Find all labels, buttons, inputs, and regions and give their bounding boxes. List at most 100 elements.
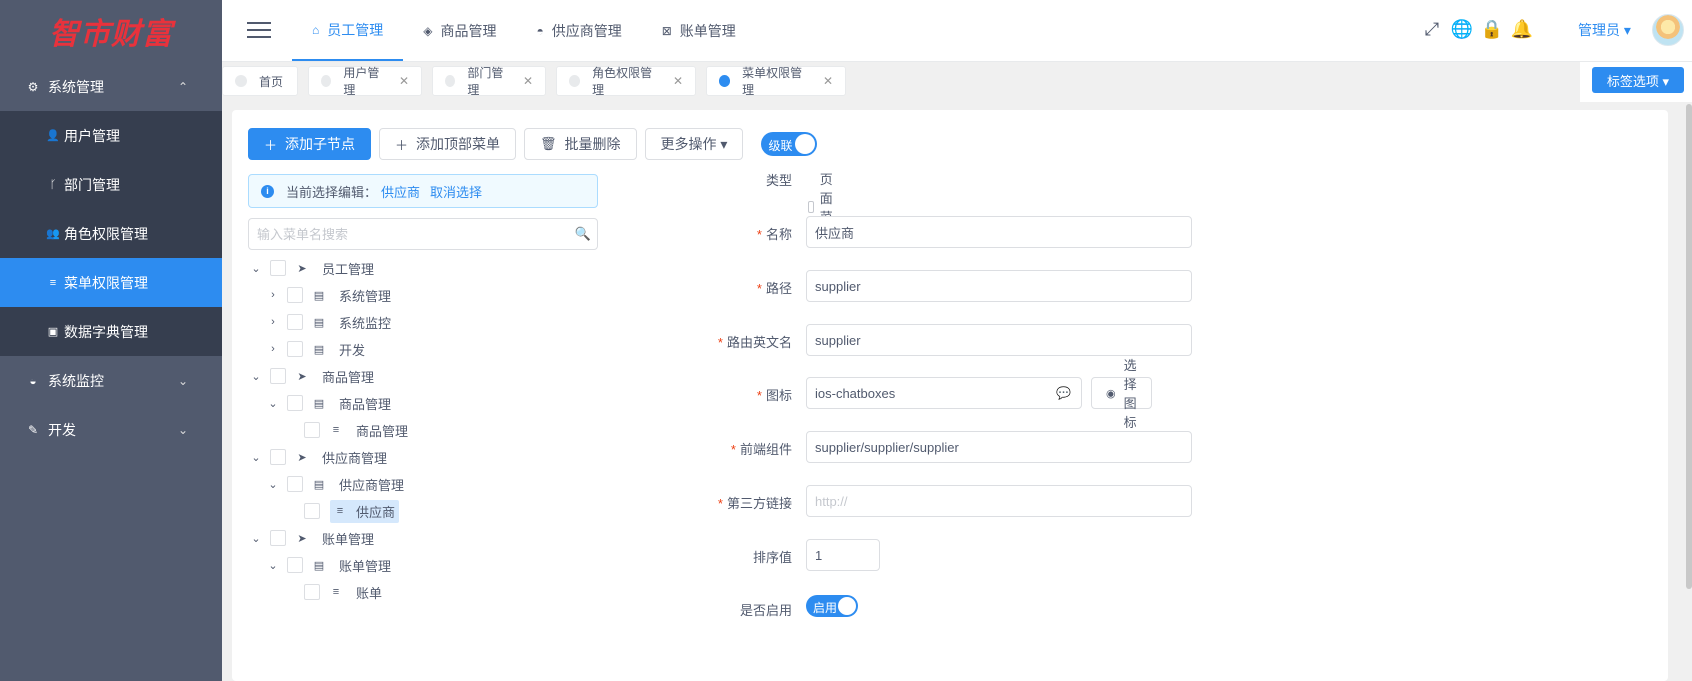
sidebar-group-system[interactable]: ⚙ 系统管理 ⌃ (0, 62, 222, 111)
select-icon-button[interactable]: ◉ 选择图标 (1091, 358, 1152, 430)
name-field[interactable]: 供应商 (806, 216, 1192, 248)
tree-checkbox[interactable] (287, 314, 303, 330)
sidebar-item-departments[interactable]: ᚴ 部门管理 (0, 160, 222, 209)
tree-checkbox[interactable] (287, 557, 303, 573)
fullscreen-icon[interactable]: ⤢ (1422, 18, 1442, 40)
tree-checkbox[interactable] (304, 422, 320, 438)
selection-alert: i 当前选择编辑： 供应商 取消选择 (248, 174, 598, 208)
toggle-knob (795, 134, 816, 154)
top-nav-staff[interactable]: ⌂ 员工管理 (292, 0, 404, 61)
alert-selected[interactable]: 供应商 (381, 182, 420, 201)
tree-checkbox[interactable] (287, 341, 303, 357)
tree-checkbox[interactable] (304, 584, 320, 600)
icon-label: * 图标 (756, 388, 792, 403)
close-icon[interactable]: ✕ (823, 74, 833, 88)
chevron-right-icon[interactable]: › (265, 316, 281, 328)
user-menu[interactable]: 管理员 ▾ (1578, 20, 1631, 40)
path-field[interactable]: supplier (806, 270, 1192, 302)
tree-node-label[interactable]: 开发 (335, 338, 369, 361)
lines-icon: ≡ (336, 505, 344, 517)
tree-node-label[interactable]: 供应商管理 (318, 446, 391, 469)
menu-search-input[interactable] (257, 226, 569, 242)
tag-menus[interactable]: 菜单权限管理 ✕ (706, 66, 846, 97)
tree-node-label[interactable]: 系统管理 (335, 284, 395, 307)
tree-node-label[interactable]: 商品管理 (335, 392, 395, 415)
toolbar: ＋ 添加子节点 ＋ 添加顶部菜单 🗑 批量删除 更多操作 ▾ 级联 (248, 128, 818, 160)
tree-checkbox[interactable] (287, 476, 303, 492)
tag-roles[interactable]: 角色权限管理 ✕ (556, 66, 696, 97)
tree-node-label[interactable]: 账单 (352, 581, 386, 604)
chevron-down-icon[interactable]: ⌄ (248, 451, 264, 464)
tree-checkbox[interactable] (270, 260, 286, 276)
bill-icon: ⊠ (661, 23, 672, 38)
search-icon[interactable]: 🔍 (569, 226, 597, 242)
top-nav-bill[interactable]: ⊠ 账单管理 (642, 0, 756, 61)
third-party-link-field[interactable]: http:// (806, 485, 1192, 517)
more-actions-button[interactable]: 更多操作 ▾ (644, 128, 744, 160)
tree-checkbox[interactable] (287, 395, 303, 411)
tag-users[interactable]: 用户管理 ✕ (308, 66, 422, 97)
tree-checkbox[interactable] (270, 530, 286, 546)
tree-checkbox[interactable] (270, 368, 286, 384)
sidebar-group-dev[interactable]: ✎ 开发 ⌄ (0, 405, 222, 454)
tree-node-label[interactable]: 商品管理 (318, 365, 378, 388)
chevron-down-icon[interactable]: ⌄ (248, 370, 264, 383)
tag-label: 部门管理 (467, 66, 504, 97)
path-label: * 路径 (756, 281, 792, 296)
scrollbar[interactable] (1686, 104, 1692, 589)
tag-options-button[interactable]: 标签选项 ▾ (1592, 67, 1684, 93)
cascade-toggle[interactable]: 级联 (761, 132, 818, 156)
logo[interactable]: 智市财富 (0, 0, 222, 62)
avatar[interactable] (1652, 14, 1684, 46)
sidebar-group-monitor[interactable]: ◒ 系统监控 ⌄ (0, 356, 222, 405)
tag-home[interactable]: 首页 (222, 66, 298, 96)
tree-checkbox[interactable] (270, 449, 286, 465)
chevron-right-icon[interactable]: › (265, 343, 281, 355)
tree-node: ⌄ ▤ 商品管理 (265, 391, 395, 415)
tree-checkbox[interactable] (287, 287, 303, 303)
tree-node: ⌄ ➤ 供应商管理 (248, 445, 391, 469)
icon-field[interactable]: ios-chatboxes 💬 (806, 377, 1082, 409)
top-nav-goods[interactable]: ◈ 商品管理 (403, 0, 516, 61)
tree-node-label[interactable]: 商品管理 (352, 419, 412, 442)
chevron-down-icon[interactable]: ⌄ (248, 532, 264, 545)
header: ⌂ 员工管理 ◈ 商品管理 ◓ 供应商管理 ⊠ 账单管理 ⤢ 🌐 🔒 🔔 管理员… (222, 0, 1692, 62)
tree-node-selected[interactable]: ≡ 供应商 (330, 499, 400, 523)
chevron-down-icon[interactable]: ⌄ (265, 478, 281, 491)
chevron-right-icon[interactable]: › (265, 289, 281, 301)
add-child-button[interactable]: ＋ 添加子节点 (248, 128, 372, 160)
tree-node: ⌄ ▤ 账单管理 (265, 553, 395, 577)
chevron-down-icon[interactable]: ⌄ (265, 397, 281, 410)
chevron-down-icon[interactable]: ⌄ (248, 262, 264, 275)
menu-toggle-icon[interactable] (247, 22, 271, 40)
tree-node-label[interactable]: 账单管理 (335, 554, 395, 577)
tag-label: 菜单权限管理 (742, 66, 803, 97)
globe-icon[interactable]: 🌐 (1451, 18, 1473, 40)
tree-node-label[interactable]: 供应商管理 (335, 473, 408, 496)
tree-node: ⌄ ▤ 供应商管理 (265, 472, 408, 496)
list-icon: ≡ (49, 276, 57, 289)
close-icon[interactable]: ✕ (399, 74, 409, 88)
tree-checkbox[interactable] (304, 503, 320, 519)
tree-node-label[interactable]: 员工管理 (318, 257, 378, 280)
route-field[interactable]: supplier (806, 324, 1192, 356)
close-icon[interactable]: ✕ (673, 74, 683, 88)
add-top-menu-button[interactable]: ＋ 添加顶部菜单 (379, 128, 517, 160)
chevron-down-icon[interactable]: ⌄ (265, 559, 281, 572)
sort-field[interactable]: 1 (806, 539, 880, 571)
enabled-toggle[interactable]: 启用 (806, 595, 858, 617)
batch-delete-button[interactable]: 🗑 批量删除 (524, 128, 637, 160)
tree-node-label[interactable]: 系统监控 (335, 311, 395, 334)
tree-node-label[interactable]: 账单管理 (318, 527, 378, 550)
component-field[interactable]: supplier/supplier/supplier (806, 431, 1192, 463)
top-nav-supplier[interactable]: ◓ 供应商管理 (516, 0, 641, 61)
bell-icon[interactable]: 🔔 (1511, 18, 1533, 40)
sidebar-item-menus[interactable]: ≡ 菜单权限管理 (0, 258, 222, 307)
lock-icon[interactable]: 🔒 (1481, 18, 1503, 40)
sidebar-item-roles[interactable]: 👥 角色权限管理 (0, 209, 222, 258)
sidebar-item-dictionary[interactable]: ▣ 数据字典管理 (0, 307, 222, 356)
tag-departments[interactable]: 部门管理 ✕ (432, 66, 546, 97)
close-icon[interactable]: ✕ (523, 74, 533, 88)
cancel-selection-link[interactable]: 取消选择 (430, 182, 482, 201)
sidebar-item-users[interactable]: 👤 用户管理 (0, 111, 222, 160)
